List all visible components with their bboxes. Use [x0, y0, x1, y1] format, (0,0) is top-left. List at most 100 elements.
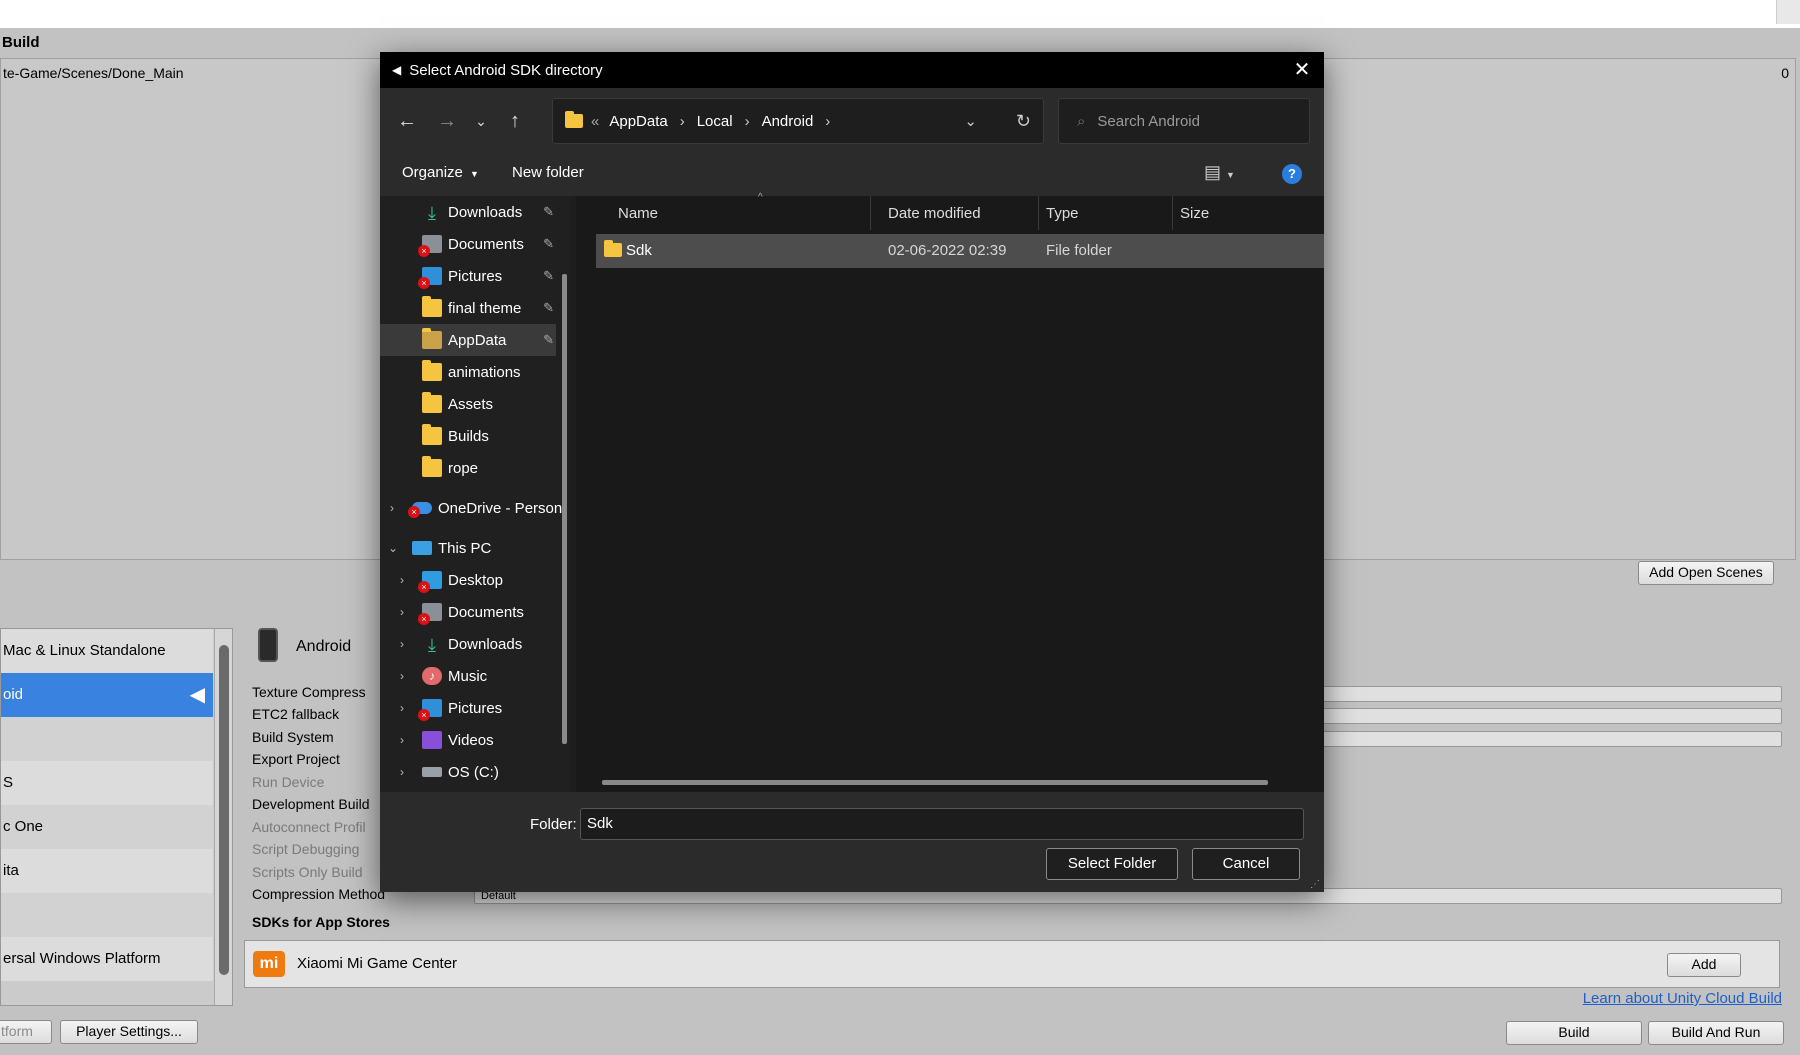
- navigation-pane[interactable]: ⤓ Downloads ✎ × Documents ✎ × Pictures ✎…: [380, 196, 570, 792]
- nav-item-label: Documents: [448, 235, 524, 253]
- refresh-icon[interactable]: ↻: [1016, 111, 1031, 132]
- column-header-size[interactable]: Size: [1180, 205, 1209, 222]
- nav-item-appdata[interactable]: AppData ✎: [380, 324, 556, 356]
- breadcrumb-item[interactable]: Local: [697, 113, 733, 130]
- breadcrumb-item[interactable]: Android: [762, 113, 814, 130]
- new-folder-button[interactable]: New folder: [512, 164, 584, 181]
- switch-platform-button[interactable]: tform: [0, 1020, 52, 1044]
- etc2-fallback-dropdown[interactable]: [1322, 708, 1782, 724]
- select-folder-button[interactable]: Select Folder: [1046, 848, 1178, 880]
- error-badge-icon: ×: [418, 613, 430, 625]
- chevron-down-icon[interactable]: ⌄: [388, 541, 398, 555]
- folder-icon: [422, 296, 442, 317]
- navigation-bar: ← → ⌄ ↑ « AppData › Local › Android › ⌄ …: [380, 88, 1324, 152]
- platform-item[interactable]: [1, 717, 213, 761]
- chevron-right-icon[interactable]: ›: [390, 501, 394, 515]
- chevron-right-icon[interactable]: ›: [400, 637, 404, 651]
- nav-item-label: Desktop: [448, 571, 504, 589]
- pin-icon: ✎: [543, 236, 554, 251]
- nav-item-videos[interactable]: › Videos: [380, 724, 570, 756]
- chevron-right-icon[interactable]: ›: [400, 765, 404, 779]
- platform-item[interactable]: c One: [1, 805, 213, 849]
- chevron-right-icon[interactable]: ›: [400, 733, 404, 747]
- back-arrow-icon[interactable]: ←: [394, 108, 420, 134]
- chevron-right-icon[interactable]: ›: [400, 701, 404, 715]
- add-open-scenes-button[interactable]: Add Open Scenes: [1638, 561, 1774, 585]
- nav-item-pc-documents[interactable]: › × Documents: [380, 596, 570, 628]
- search-placeholder: Search Android: [1097, 112, 1200, 130]
- nav-item-animations[interactable]: animations: [380, 356, 570, 388]
- nav-item-music[interactable]: › ♪ Music: [380, 660, 570, 692]
- nav-item-documents[interactable]: × Documents ✎: [380, 228, 570, 260]
- file-list[interactable]: ^ Name Date modified Type Size Sdk 02-06…: [576, 192, 1324, 792]
- window-control-button[interactable]: [1776, 0, 1800, 24]
- file-type: File folder: [1046, 242, 1112, 259]
- nav-item-pictures[interactable]: × Pictures ✎: [380, 260, 570, 292]
- chevron-right-icon[interactable]: ›: [400, 573, 404, 587]
- pin-icon: ✎: [543, 204, 554, 219]
- folder-name-input[interactable]: Sdk: [580, 808, 1304, 840]
- folder-icon: [604, 240, 622, 257]
- nav-item-onedrive[interactable]: › × OneDrive - Person: [380, 492, 570, 524]
- nav-item-pc-pictures[interactable]: › × Pictures: [380, 692, 570, 724]
- nav-item-assets[interactable]: Assets: [380, 388, 570, 420]
- add-sdk-button[interactable]: Add: [1667, 953, 1741, 977]
- texture-compression-dropdown[interactable]: [1322, 686, 1782, 702]
- build-system-dropdown[interactable]: [1322, 731, 1782, 747]
- nav-item-os-c[interactable]: › OS (C:): [380, 756, 570, 788]
- chevron-right-icon[interactable]: ›: [400, 605, 404, 619]
- build-button[interactable]: Build: [1506, 1021, 1642, 1045]
- column-header-type[interactable]: Type: [1046, 205, 1079, 222]
- recent-locations-chevron-icon[interactable]: ⌄: [468, 108, 494, 134]
- help-icon[interactable]: ?: [1282, 164, 1302, 184]
- build-and-run-button[interactable]: Build And Run: [1648, 1021, 1784, 1045]
- file-list-scrollbar[interactable]: [602, 780, 1268, 785]
- scrollbar-thumb[interactable]: [219, 645, 229, 975]
- platform-item[interactable]: ersal Windows Platform: [1, 937, 213, 981]
- download-icon: ⤓: [428, 203, 436, 223]
- nav-item-downloads[interactable]: ⤓ Downloads ✎: [380, 196, 570, 228]
- nav-item-this-pc[interactable]: ⌄ This PC: [380, 532, 570, 564]
- platform-item[interactable]: [1, 893, 213, 937]
- platform-item[interactable]: ita: [1, 849, 213, 893]
- platform-list-scrollbar[interactable]: [214, 629, 232, 1005]
- chevron-right-icon[interactable]: ›: [400, 669, 404, 683]
- cloud-build-link[interactable]: Learn about Unity Cloud Build: [1583, 990, 1782, 1007]
- breadcrumb-item[interactable]: AppData: [609, 113, 667, 130]
- organize-label: Organize: [402, 164, 463, 181]
- platform-item[interactable]: Mac & Linux Standalone: [1, 629, 213, 673]
- column-divider[interactable]: [1038, 196, 1039, 230]
- nav-item-rope[interactable]: rope: [380, 452, 570, 484]
- platform-item-android[interactable]: oid ◀: [1, 673, 213, 717]
- scene-path[interactable]: te-Game/Scenes/Done_Main: [3, 65, 184, 81]
- setting-label: Script Debugging: [252, 841, 360, 857]
- onedrive-cloud-icon: ×: [408, 502, 432, 518]
- file-row[interactable]: Sdk 02-06-2022 02:39 File folder: [596, 234, 1324, 268]
- nav-item-final-theme[interactable]: final theme ✎: [380, 292, 570, 324]
- column-header-date[interactable]: Date modified: [888, 205, 981, 222]
- nav-item-desktop[interactable]: › × Desktop: [380, 564, 570, 596]
- platform-list[interactable]: Mac & Linux Standalone oid ◀ S c One ita…: [0, 628, 233, 1006]
- nav-item-builds[interactable]: Builds: [380, 420, 570, 452]
- nav-item-pc-downloads[interactable]: › ⤓ Downloads: [380, 628, 570, 660]
- cancel-button[interactable]: Cancel: [1192, 848, 1300, 880]
- organize-menu[interactable]: Organize ▼: [402, 164, 479, 181]
- search-box[interactable]: ⌕ Search Android: [1058, 98, 1310, 144]
- navigation-pane-scrollbar[interactable]: [562, 274, 567, 744]
- nav-item-label: Music: [448, 667, 488, 685]
- forward-arrow-icon[interactable]: →: [434, 108, 460, 134]
- address-dropdown-chevron-icon[interactable]: ⌄: [964, 112, 977, 130]
- platform-item[interactable]: S: [1, 761, 213, 805]
- column-divider[interactable]: [870, 196, 871, 230]
- address-bar[interactable]: « AppData › Local › Android › ⌄ ↻: [552, 98, 1044, 144]
- resize-grip-icon[interactable]: ⋰: [1310, 879, 1320, 890]
- view-options-icon[interactable]: ▤ ▼: [1204, 162, 1235, 183]
- dialog-title: Select Android SDK directory: [409, 61, 603, 79]
- up-arrow-icon[interactable]: ↑: [502, 108, 528, 134]
- column-header-name[interactable]: Name: [618, 205, 658, 222]
- player-settings-button[interactable]: Player Settings...: [60, 1020, 198, 1044]
- sdks-heading: SDKs for App Stores: [252, 914, 390, 930]
- column-divider[interactable]: [1172, 196, 1173, 230]
- close-icon[interactable]: ✕: [1290, 58, 1314, 82]
- folder-icon: [565, 111, 583, 128]
